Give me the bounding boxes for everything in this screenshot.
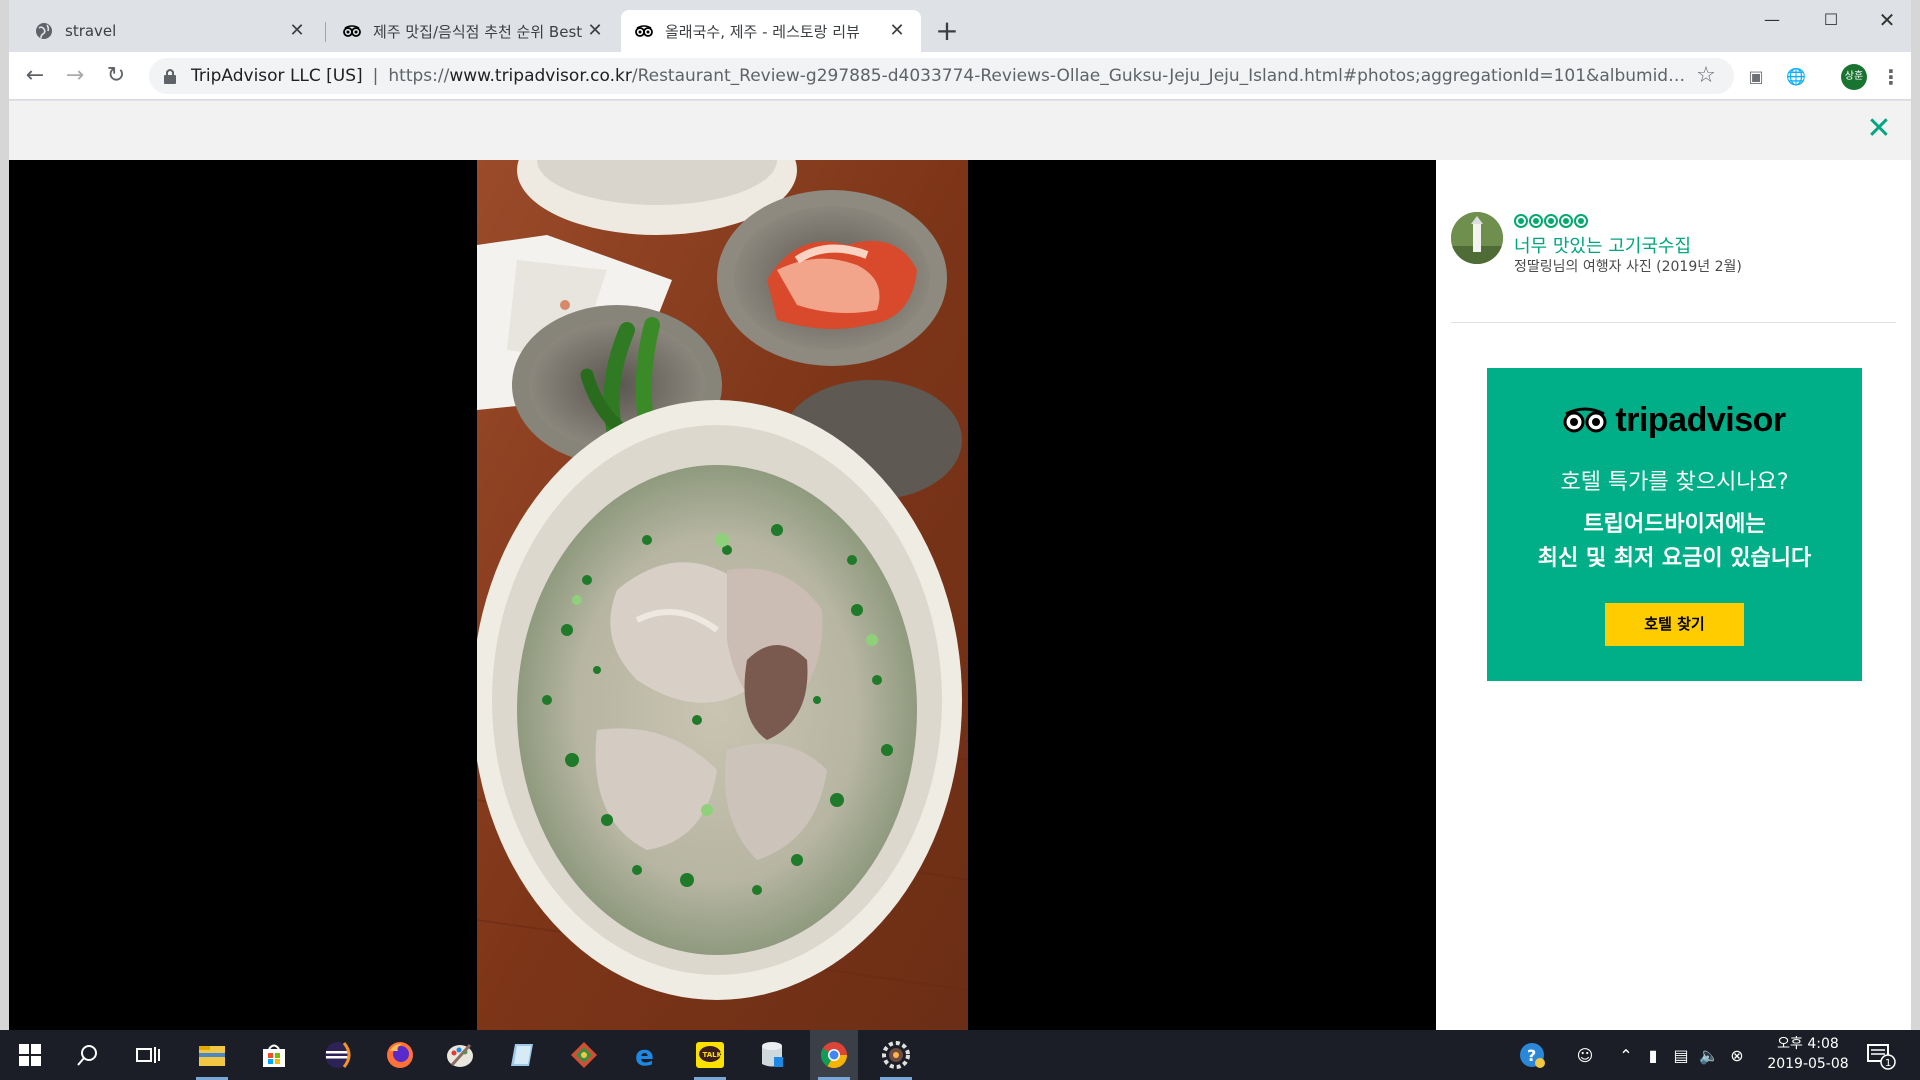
- bookmark-star-icon[interactable]: ☆: [1694, 64, 1718, 88]
- rating-bubble-icon: [1514, 214, 1528, 228]
- rating-bubble-icon: [1529, 214, 1543, 228]
- file-explorer-icon[interactable]: [188, 1030, 236, 1080]
- globe-icon: [36, 23, 52, 39]
- edge-icon[interactable]: e: [622, 1030, 670, 1080]
- notebook-app-icon[interactable]: [498, 1030, 546, 1080]
- notification-count: 1: [1885, 1058, 1891, 1069]
- start-windows-icon[interactable]: [6, 1030, 54, 1080]
- kakaotalk-icon[interactable]: TALK: [686, 1030, 734, 1080]
- reload-icon[interactable]: ↻: [102, 62, 130, 90]
- firefox-icon[interactable]: [376, 1030, 424, 1080]
- url-text: https://www.tripadvisor.co.kr/Restaurant…: [388, 66, 1698, 86]
- chevron-up-icon[interactable]: ⌃: [1614, 1030, 1638, 1080]
- origin-separator: |: [372, 66, 379, 86]
- forward-icon[interactable]: →: [61, 62, 89, 90]
- tab-title: stravel: [65, 22, 117, 40]
- rating-bubbles: [1514, 214, 1588, 228]
- noodle-soup-image: [477, 160, 968, 1030]
- svg-text:e: e: [635, 1041, 654, 1069]
- settings-gear-icon[interactable]: [872, 1030, 920, 1080]
- back-icon[interactable]: ←: [21, 62, 49, 90]
- database-app-icon[interactable]: [748, 1030, 796, 1080]
- cast-icon[interactable]: ▣: [1745, 66, 1767, 88]
- clock-date: 2019-05-08: [1767, 1056, 1849, 1072]
- review-title-link[interactable]: 너무 맛있는 고기국수집: [1514, 232, 1691, 258]
- window-edge-left: [0, 0, 9, 1030]
- volume-muted-icon[interactable]: 🔈: [1696, 1030, 1722, 1080]
- tripadvisor-logo: tripadvisor: [1487, 398, 1862, 442]
- tab-title: 제주 맛집/음식점 추천 순위 Best: [373, 22, 583, 41]
- tab-close-icon[interactable]: ✕: [585, 21, 605, 41]
- rating-bubble-icon: [1544, 214, 1558, 228]
- tripadvisor-owl-icon: [635, 25, 653, 37]
- lock-icon: [164, 69, 176, 84]
- maximize-icon[interactable]: ☐: [1809, 8, 1853, 32]
- browser-toolbar: ← → ↻ TripAdvisor LLC [US] | https://www…: [9, 52, 1911, 100]
- ad-question: 호텔 특가를 찾으시나요?: [1560, 470, 1789, 495]
- tab-close-icon[interactable]: ✕: [887, 21, 907, 41]
- notification-center-icon[interactable]: 1: [1866, 1040, 1896, 1070]
- chrome-icon[interactable]: [810, 1030, 858, 1080]
- paint-icon[interactable]: [436, 1030, 484, 1080]
- browser-window: stravel ✕ 제주 맛집/음식점 추천 순위 Best ✕ 올래국수, 제…: [0, 0, 1920, 1030]
- profile-avatar[interactable]: 상훈: [1841, 64, 1867, 90]
- divider: [1451, 322, 1896, 323]
- reviewer-avatar[interactable]: [1451, 212, 1503, 264]
- clock-time: 오후 4:08: [1777, 1036, 1839, 1052]
- tab-ollae-guksu[interactable]: 올래국수, 제주 - 레스토랑 리뷰 ✕: [621, 10, 921, 52]
- url-path: /Restaurant_Review-g297885-d4033774-Revi…: [631, 66, 1699, 86]
- eclipse-icon[interactable]: [314, 1030, 362, 1080]
- find-hotel-button[interactable]: 호텔 찾기: [1605, 603, 1744, 646]
- tripadvisor-owl-icon: [1563, 407, 1607, 433]
- ad-message-line2: 최신 및 최저 요금이 있습니다: [1537, 546, 1812, 571]
- svg-text:?: ?: [1527, 1046, 1536, 1065]
- tab-title: 올래국수, 제주 - 레스토랑 리뷰: [665, 22, 860, 41]
- window-close-icon[interactable]: ✕: [1865, 8, 1909, 32]
- address-bar[interactable]: TripAdvisor LLC [US] | https://www.tripa…: [149, 58, 1734, 94]
- blocked-icon[interactable]: ⊗: [1724, 1030, 1750, 1080]
- task-view-icon[interactable]: [124, 1030, 172, 1080]
- photo-caption: 정딸링님의 여행자 사진 (2019년 2월): [1514, 259, 1742, 275]
- git-icon[interactable]: [560, 1030, 608, 1080]
- tab-jeju-restaurants[interactable]: 제주 맛집/음식점 추천 순위 Best ✕: [329, 10, 619, 52]
- photo-viewer-header: ✕: [9, 101, 1911, 160]
- system-clock[interactable]: 오후 4:08 2019-05-08: [1760, 1034, 1856, 1074]
- translate-globe-icon[interactable]: 🌐: [1785, 66, 1807, 88]
- photo-sidebar: 너무 맛있는 고기국수집 정딸링님의 여행자 사진 (2019년 2월) tri…: [1436, 160, 1911, 1030]
- ad-message-line1: 트립어드바이저에는: [1583, 512, 1766, 537]
- new-tab-button[interactable]: +: [933, 17, 961, 46]
- people-icon[interactable]: ☺: [1570, 1030, 1600, 1080]
- ad-brand: tripadvisor: [1615, 400, 1786, 439]
- screen: stravel ✕ 제주 맛집/음식점 추천 순위 Best ✕ 올래국수, 제…: [0, 0, 1920, 1080]
- url-scheme: https://: [388, 66, 450, 86]
- site-origin: TripAdvisor LLC [US]: [191, 66, 363, 86]
- url-host: www.tripadvisor.co.kr: [449, 66, 632, 86]
- menu-kebab-icon[interactable]: ⋮: [1881, 64, 1901, 90]
- minimize-icon[interactable]: —: [1750, 8, 1794, 32]
- search-icon[interactable]: [64, 1030, 112, 1080]
- hotel-ad-banner[interactable]: tripadvisor 호텔 특가를 찾으시나요? 트립어드바이저에는 최신 및…: [1487, 368, 1862, 681]
- svg-text:TALK: TALK: [703, 1051, 723, 1059]
- tab-close-icon[interactable]: ✕: [287, 21, 307, 41]
- close-icon[interactable]: ✕: [1865, 114, 1893, 144]
- food-photo[interactable]: [477, 160, 968, 1030]
- battery-icon[interactable]: ▮: [1640, 1030, 1666, 1080]
- tab-separator: [325, 22, 326, 42]
- tab-stravel[interactable]: stravel ✕: [21, 10, 321, 52]
- network-icon[interactable]: ▤: [1668, 1030, 1694, 1080]
- tripadvisor-owl-icon: [343, 25, 361, 37]
- rating-bubble-icon: [1574, 214, 1588, 228]
- store-icon[interactable]: [250, 1030, 298, 1080]
- window-edge-right: [1911, 0, 1920, 1030]
- windows-taskbar: e TALK ? ☺ ⌃ ▮ ▤ 🔈 ⊗ 오후 4:08 2019-05-08 …: [0, 1030, 1920, 1080]
- rating-bubble-icon: [1559, 214, 1573, 228]
- lighthouse-image: [1451, 212, 1503, 264]
- help-icon[interactable]: ?: [1516, 1030, 1548, 1080]
- photo-viewer: [9, 160, 1436, 1030]
